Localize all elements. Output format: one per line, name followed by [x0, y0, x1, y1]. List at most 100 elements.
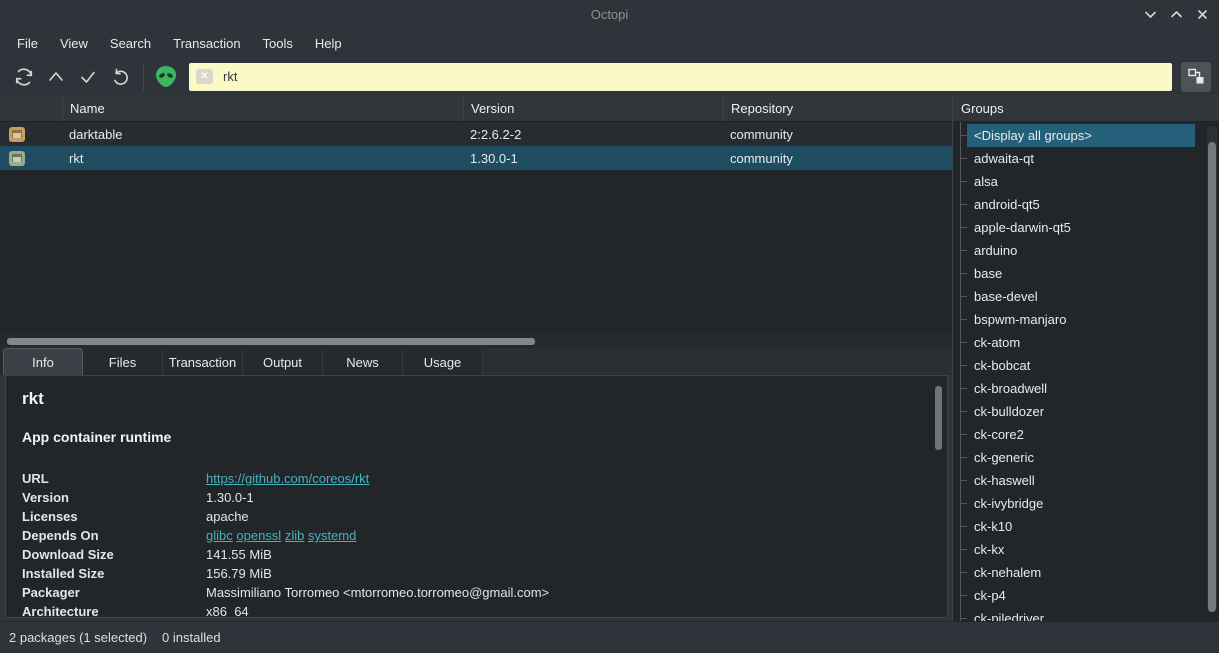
group-item[interactable]: ck-kx: [960, 538, 1195, 561]
tab-transaction[interactable]: Transaction: [163, 349, 243, 375]
menu-transaction[interactable]: Transaction: [162, 31, 251, 56]
titlebar: Octopi: [0, 0, 1219, 28]
package-status-cell: [0, 150, 62, 166]
package-repository-cell: community: [730, 150, 793, 166]
chevron-up-icon: [1170, 10, 1182, 17]
dependency-link[interactable]: systemd: [308, 528, 356, 543]
group-item[interactable]: ck-bulldozer: [960, 400, 1195, 423]
url-link[interactable]: https://github.com/coreos/rkt: [206, 471, 369, 486]
package-name-cell: rkt: [69, 150, 84, 166]
dependency-link[interactable]: glibc: [206, 528, 233, 543]
info-field-label: Packager: [22, 585, 80, 600]
detail-tabs: Info Files Transaction Output News Usage: [0, 348, 952, 375]
search-input[interactable]: [223, 69, 423, 84]
column-header-repository[interactable]: Repository: [723, 95, 952, 121]
package-count-label: 2 packages (1 selected): [9, 630, 148, 645]
group-item[interactable]: ck-k10: [960, 515, 1195, 538]
tab-output[interactable]: Output: [243, 349, 323, 375]
info-field-value: glibc openssl zlib systemd: [206, 526, 356, 545]
group-item[interactable]: ck-piledriver: [960, 607, 1195, 621]
package-version-cell: 2:2.6.2-2: [470, 126, 522, 142]
tab-files[interactable]: Files: [83, 349, 163, 375]
dependency-link[interactable]: openssl: [236, 528, 281, 543]
group-item[interactable]: ck-bobcat: [960, 354, 1195, 377]
menu-file[interactable]: File: [6, 31, 49, 56]
group-item[interactable]: bspwm-manjaro: [960, 308, 1195, 331]
groups-header: Groups: [953, 95, 1219, 122]
info-row: Packager Massimiliano Torromeo <mtorromeo…: [22, 583, 931, 602]
menu-help[interactable]: Help: [304, 31, 353, 56]
group-item[interactable]: base-devel: [960, 285, 1195, 308]
package-repository-cell: community: [730, 126, 793, 142]
group-item[interactable]: apple-darwin-qt5: [960, 216, 1195, 239]
package-icon-fill: [13, 156, 21, 162]
group-item[interactable]: ck-atom: [960, 331, 1195, 354]
group-item[interactable]: ck-p4: [960, 584, 1195, 607]
info-field-value: 1.30.0-1: [206, 490, 254, 505]
group-item[interactable]: ck-broadwell: [960, 377, 1195, 400]
column-header-icon[interactable]: [0, 95, 62, 121]
info-row: Depends On glibc openssl zlib systemd: [22, 526, 931, 545]
package-description: App container runtime: [22, 429, 172, 445]
package-status-cell: [0, 126, 62, 142]
maximize-button[interactable]: [1169, 7, 1183, 21]
arrow-up-icon: [49, 71, 63, 81]
group-item[interactable]: alsa: [960, 170, 1195, 193]
info-field-label: Installed Size: [22, 566, 105, 581]
sync-database-button[interactable]: [8, 62, 40, 92]
octopi-alien-icon: [151, 63, 181, 91]
table-row[interactable]: darktable 2:2.6.2-2 community: [0, 122, 952, 146]
rollback-transaction-button[interactable]: [104, 62, 136, 92]
menu-view[interactable]: View: [49, 31, 99, 56]
column-header-version[interactable]: Version: [463, 95, 723, 121]
info-field-value: 141.55 MiB: [206, 547, 272, 562]
alien-icon: [156, 66, 176, 87]
system-upgrade-button[interactable]: [40, 62, 72, 92]
tree-line: [960, 122, 961, 621]
groups-panel: Groups <Display all groups> adwaita-qt als…: [952, 95, 1219, 621]
info-row: Version 1.30.0-1: [22, 488, 931, 507]
package-icon: [9, 126, 25, 142]
group-item[interactable]: <Display all groups>: [960, 124, 1195, 147]
package-version-cell: 1.30.0-1: [470, 150, 518, 166]
octopi-window: { "window": { "title": "Octopi" }, "titl…: [0, 0, 1219, 653]
column-header-name[interactable]: Name: [62, 95, 463, 121]
tab-usage[interactable]: Usage: [403, 349, 483, 375]
toggle-groups-view-button[interactable]: [1181, 61, 1211, 92]
tab-news[interactable]: News: [323, 349, 403, 375]
check-icon: [81, 71, 95, 83]
commit-transaction-button[interactable]: [72, 62, 104, 92]
table-row[interactable]: rkt 1.30.0-1 community: [0, 146, 952, 170]
group-item[interactable]: android-qt5: [960, 193, 1195, 216]
statusbar: 2 packages (1 selected) 0 installed: [0, 621, 1219, 653]
info-field-label: Version: [22, 490, 69, 505]
info-scrollbar-thumb[interactable]: [935, 386, 942, 450]
group-item[interactable]: ck-core2: [960, 423, 1195, 446]
minimize-button[interactable]: [1143, 7, 1157, 21]
groups-scrollbar-thumb[interactable]: [1208, 142, 1216, 612]
menu-search[interactable]: Search: [99, 31, 162, 56]
tab-info[interactable]: Info: [3, 348, 83, 375]
dependency-link[interactable]: zlib: [285, 528, 305, 543]
group-item[interactable]: ck-generic: [960, 446, 1195, 469]
horizontal-scrollbar-thumb[interactable]: [7, 338, 535, 345]
horizontal-scrollbar-track[interactable]: [0, 334, 952, 348]
info-field-value: 156.79 MiB: [206, 566, 272, 581]
info-field-value: x86_64: [206, 604, 249, 618]
package-icon: [9, 150, 25, 166]
group-item[interactable]: arduino: [960, 239, 1195, 262]
groups-scrollbar-track[interactable]: [1207, 126, 1217, 613]
group-item[interactable]: ck-ivybridge: [960, 492, 1195, 515]
group-item[interactable]: ck-haswell: [960, 469, 1195, 492]
close-button[interactable]: [1195, 7, 1209, 21]
table-header: Name Version Repository: [0, 95, 952, 122]
installed-count-label: 0 installed: [162, 630, 221, 645]
toolbar-separator: [143, 63, 144, 90]
menu-tools[interactable]: Tools: [252, 31, 304, 56]
clear-search-icon[interactable]: ✕: [196, 69, 213, 84]
group-item[interactable]: ck-nehalem: [960, 561, 1195, 584]
search-box[interactable]: ✕: [189, 62, 1172, 91]
table-rows: darktable 2:2.6.2-2 community rkt 1.30.0-1 co…: [0, 122, 952, 170]
group-item[interactable]: adwaita-qt: [960, 147, 1195, 170]
group-item[interactable]: base: [960, 262, 1195, 285]
